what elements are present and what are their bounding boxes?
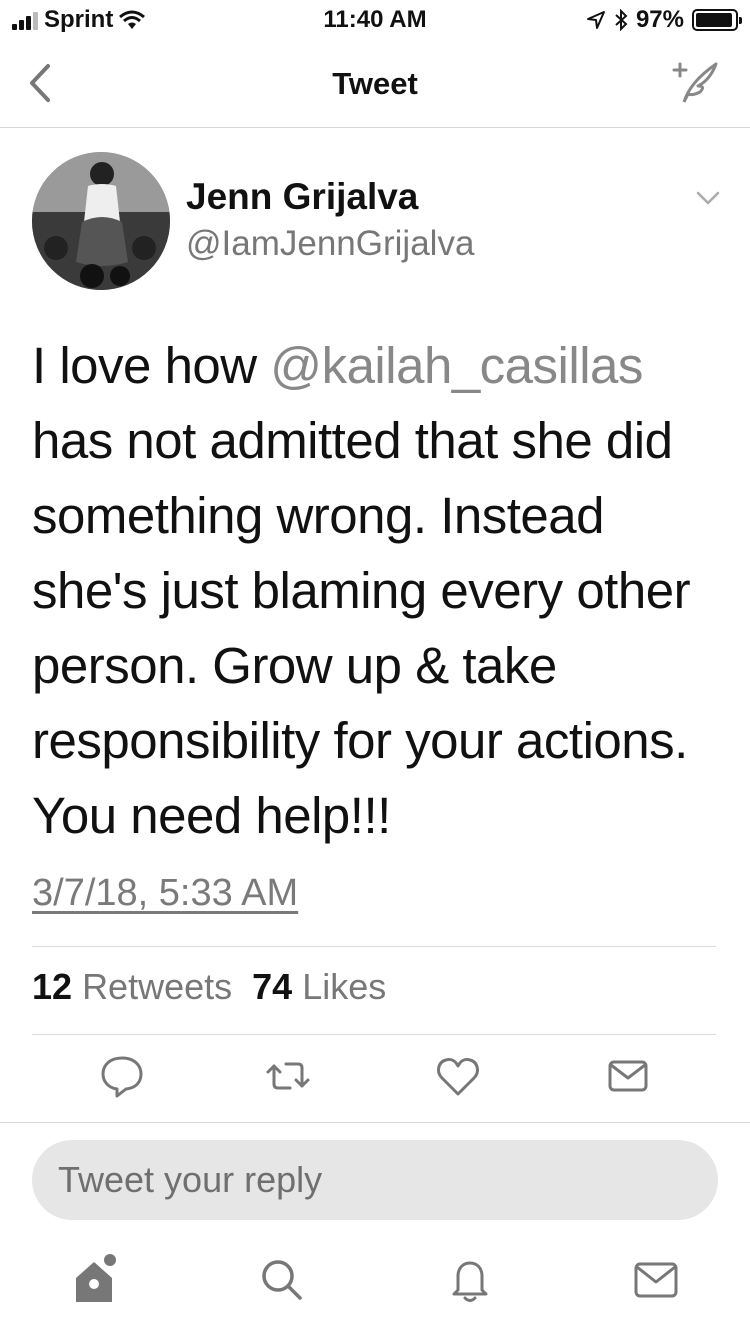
location-icon: [586, 11, 605, 29]
retweets-label: Retweets: [82, 966, 233, 1007]
battery-percent: 97%: [635, 6, 684, 33]
battery-fill: [696, 13, 732, 27]
direct-message-icon[interactable]: [604, 1052, 652, 1100]
status-bar: Sprint 11:40 AM 97%: [0, 0, 750, 40]
tweet-stats: 12 Retweets 74 Likes: [32, 966, 392, 1008]
status-right: 97%: [586, 6, 742, 34]
reply-input[interactable]: Tweet your reply: [32, 1140, 718, 1220]
reply-placeholder: Tweet your reply: [58, 1159, 323, 1200]
search-icon[interactable]: [250, 1248, 310, 1308]
tweet-actions: [0, 1052, 750, 1108]
messages-icon[interactable]: [626, 1248, 686, 1308]
author-handle[interactable]: @IamJennGrijalva: [186, 224, 474, 264]
mention-link[interactable]: @kailah_casillas: [270, 337, 643, 394]
bluetooth-icon: [615, 9, 628, 31]
retweet-icon[interactable]: [264, 1052, 312, 1100]
likes-label: Likes: [302, 966, 387, 1007]
home-icon[interactable]: [64, 1248, 124, 1308]
chevron-down-icon[interactable]: [694, 188, 722, 208]
tab-bar: [0, 1248, 750, 1318]
reply-icon[interactable]: [98, 1052, 146, 1100]
avatar[interactable]: [32, 152, 170, 290]
retweets-count: 12: [32, 966, 73, 1007]
divider: [0, 1122, 750, 1123]
battery-icon: [692, 9, 742, 31]
avatar-photo: [32, 152, 170, 290]
navigation-bar: Tweet: [0, 42, 750, 128]
author-name[interactable]: Jenn Grijalva: [186, 176, 418, 218]
like-icon[interactable]: [434, 1052, 482, 1100]
divider: [32, 946, 716, 947]
notifications-icon[interactable]: [440, 1248, 500, 1308]
compose-quill-icon[interactable]: [670, 56, 722, 108]
divider: [32, 1034, 716, 1035]
retweets-stat[interactable]: 12 Retweets: [32, 966, 238, 1008]
likes-stat[interactable]: 74 Likes: [252, 966, 392, 1008]
likes-count: 74: [252, 966, 293, 1007]
tweet-text-start: I love how: [32, 337, 271, 394]
tweet-text-rest: has not admitted that she did something …: [32, 412, 691, 844]
tweet-timestamp[interactable]: 3/7/18, 5:33 AM: [32, 872, 298, 915]
page-title: Tweet: [332, 66, 418, 101]
tweet-text: I love how @kailah_casillas has not admi…: [32, 328, 732, 853]
